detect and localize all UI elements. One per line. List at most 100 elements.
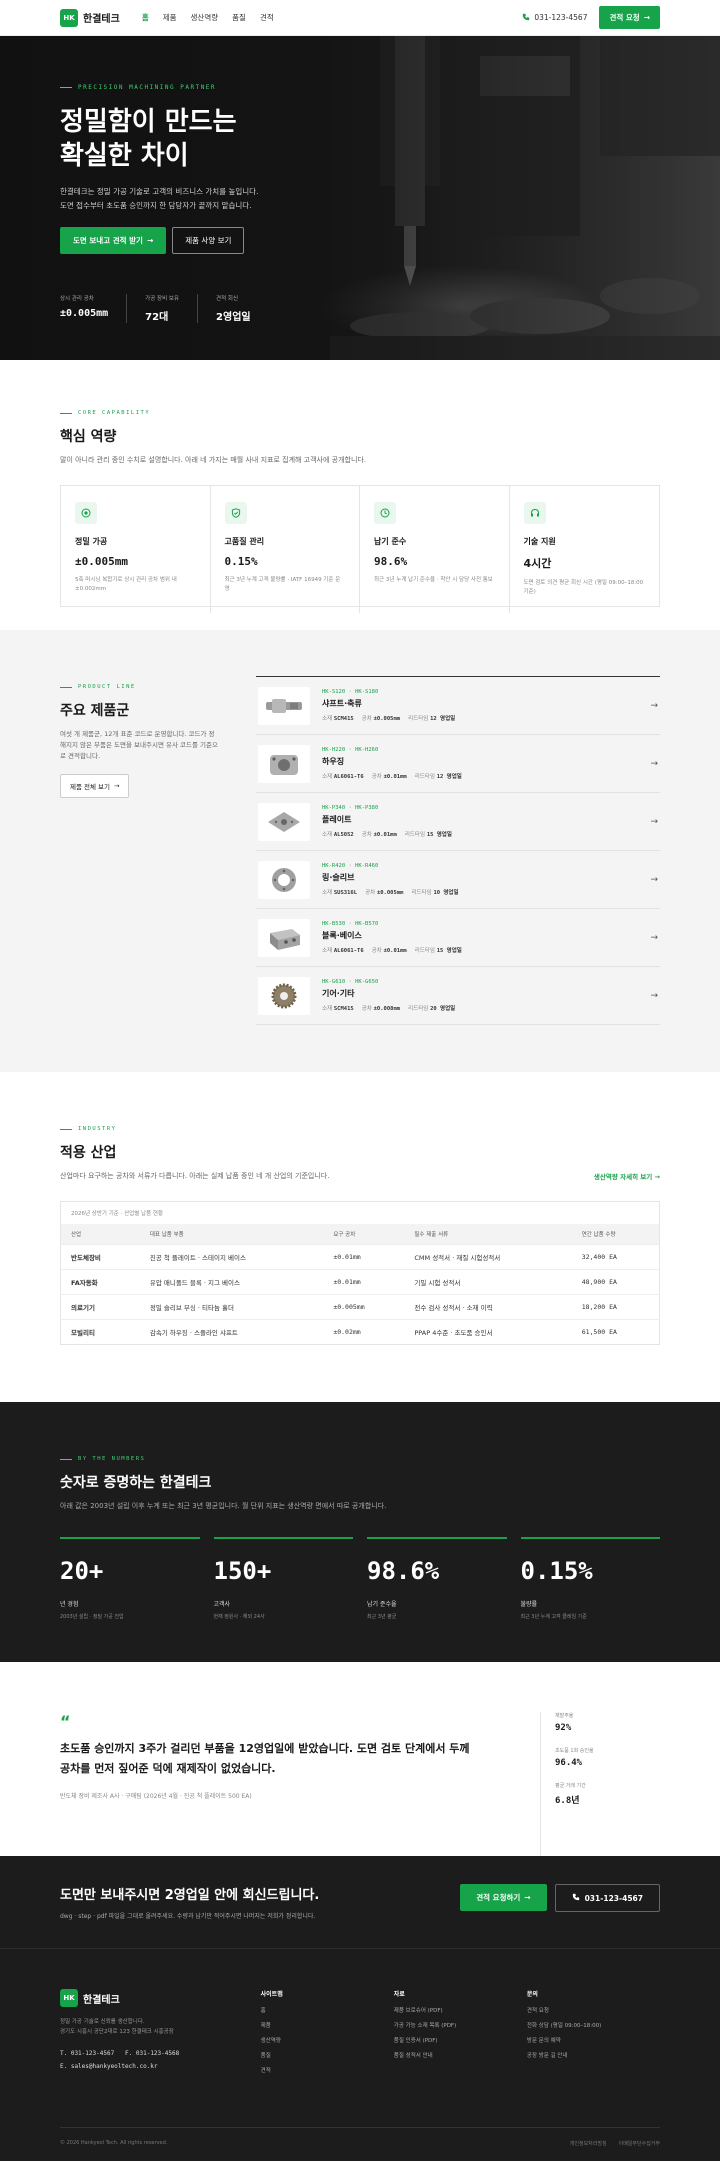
product-item[interactable]: HK-P340 · HK-P380 플레이트 소재 AL5052 공차 ±0.01mm… — [256, 793, 660, 851]
capability-card: 납기 준수 98.6% 최근 3년 누계 납기 준수율 · 착안 시 담당 사전… — [360, 486, 510, 613]
hero-title-line1: 정밀함이 만드는 — [60, 107, 237, 137]
arrow-right-icon: → — [650, 700, 658, 711]
footer-link[interactable]: 견적 — [261, 2066, 394, 2074]
product-info: HK-R420 · HK-R460 링·슬리브 소재 SUS316L 공차 ±0.00… — [322, 863, 644, 896]
footer-description: 정밀 가공 기술로 신뢰를 생산합니다. 경기도 시흥시 공단2대로 123 한… — [60, 2017, 261, 2037]
hero-title: 정밀함이 만드는 확실한 차이 — [60, 105, 400, 173]
product-item[interactable]: HK-R420 · HK-R460 링·슬리브 소재 SUS316L 공차 ±0.00… — [256, 851, 660, 909]
table-cell: 32,400 EA — [571, 1244, 659, 1270]
footer-tel[interactable]: T. 031-123-4567 — [60, 2050, 114, 2057]
product-tolerance: 공차 ±0.01mm — [371, 948, 407, 954]
arrow-right-icon: → — [650, 990, 658, 1001]
numbers-description: 아래 값은 2003년 설립 이후 누계 또는 최근 3년 평균입니다. 월 단… — [60, 1502, 387, 1510]
capability-name: 납기 준수 — [374, 537, 407, 546]
nav-quote[interactable]: 견적 — [260, 12, 274, 23]
footer-desc-line2: 경기도 시흥시 공단2대로 123 한결테크 시흥공장 — [60, 2029, 174, 2035]
table-cell: 의료기기 — [61, 1294, 140, 1320]
all-products-button[interactable]: 제품 전체 보기 → — [60, 774, 130, 798]
product-item[interactable]: HK-H220 · HK-H260 하우징 소재 AL6061-T6 공차 ±0.01… — [256, 735, 660, 793]
testimonial-stat-label: 초도품 1회 승인율 — [555, 1748, 594, 1754]
numbers-section: BY THE NUMBERS 숫자로 증명하는 한결테크 아래 값은 2003년… — [0, 1402, 720, 1662]
product-material: 소재 SCM415 — [322, 1006, 354, 1012]
brand[interactable]: HK 한결테크 — [60, 8, 120, 27]
footer-email[interactable]: E. sales@hankyeoltech.co.kr — [60, 2063, 158, 2070]
product-list: HK-S120 · HK-S180 샤프트·축류 소재 SCM415 공차 ±0.00… — [256, 676, 660, 1025]
product-code: HK-B530 · HK-B570 — [322, 921, 379, 927]
footer-link[interactable]: 생산역량 — [261, 2036, 394, 2044]
number-sub: 최근 3년 누계 고객 클레임 기준 — [520, 1614, 587, 1620]
table-cell: 모빌리티 — [61, 1319, 140, 1344]
footer-fax: F. 031-123-4568 — [125, 2050, 180, 2057]
product-material: 소재 SCM415 — [322, 716, 354, 722]
product-item[interactable]: HK-B530 · HK-B570 블록·베이스 소재 AL6061-T6 공차 ±0… — [256, 909, 660, 967]
product-meta: 소재 SUS316L 공차 ±0.005mm 리드타임 10 영업일 — [322, 888, 644, 896]
product-tolerance: 공차 ±0.005mm — [365, 890, 404, 896]
capability-description: 말이 아니라 관리 중인 수치로 설명합니다. 아래 네 가지는 매월 사내 지… — [60, 456, 367, 464]
product-code: HK-R420 · HK-R460 — [322, 863, 379, 869]
hero-content: PRECISION MACHINING PARTNER 정밀함이 만드는 확실한… — [60, 84, 400, 323]
email-policy-link[interactable]: 이메일무단수집거부 — [619, 2140, 660, 2147]
main-nav: 홈 제품 생산역량 품질 견적 — [142, 12, 274, 23]
footer-link[interactable]: 전화 상담 (평일 09:00–18:00) — [527, 2021, 660, 2029]
table-cell: ±0.01mm — [323, 1244, 405, 1270]
copyright: © 2026 Hankyeol Tech. All rights reserve… — [60, 2140, 168, 2146]
product-code: HK-P340 · HK-P380 — [322, 805, 379, 811]
site-footer: HK 한결테크 정밀 가공 기술로 신뢰를 생산합니다. 경기도 시흥시 공단2… — [0, 1948, 720, 2161]
product-name: 플레이트 — [322, 815, 352, 824]
footer-link[interactable]: 품질 성적서 안내 — [394, 2051, 527, 2059]
footer-link[interactable]: 홈 — [261, 2006, 394, 2014]
numbers-title: 숫자로 증명하는 한결테크 — [60, 1475, 212, 1491]
product-tolerance: 공차 ±0.005mm — [361, 716, 401, 722]
capability-detail-link[interactable]: 생산역량 자세히 보기 → — [594, 1171, 660, 1181]
table-cell: ±0.02mm — [323, 1319, 405, 1344]
header-phone[interactable]: 031-123-4567 — [522, 13, 587, 23]
logo-icon: HK — [60, 8, 78, 27]
hero-spec-button[interactable]: 제품 사양 보기 — [172, 227, 245, 254]
nav-home[interactable]: 홈 — [142, 12, 149, 23]
table-cell: 감속기 하우징 · 스플라인 샤프트 — [139, 1319, 324, 1344]
cta-quote-button[interactable]: 견적 요청하기 → — [460, 1884, 547, 1911]
footer-link[interactable]: 견적 요청 — [527, 2006, 660, 2014]
product-name: 하우징 — [322, 757, 345, 766]
footer-link[interactable]: 공장 방문 길 안내 — [527, 2051, 660, 2059]
product-item[interactable]: HK-S120 · HK-S180 샤프트·축류 소재 SCM415 공차 ±0.00… — [256, 677, 660, 735]
products-eyebrow: PRODUCT LINE — [60, 684, 220, 690]
number-stat: 0.15% 불량률 최근 3년 누계 고객 클레임 기준 — [520, 1537, 660, 1620]
product-image — [258, 686, 310, 725]
footer-link[interactable]: 품질 인증서 (PDF) — [394, 2036, 527, 2044]
cta-phone-button[interactable]: 031-123-4567 — [554, 1884, 660, 1912]
capability-section: CORE CAPABILITY 핵심 역량 말이 아니라 관리 중인 수치로 설… — [0, 360, 720, 630]
table-cell: FA자동화 — [61, 1269, 140, 1295]
products-section: PRODUCT LINE 주요 제품군 여섯 개 제품군, 12개 표준 코드로… — [0, 630, 720, 1072]
footer-link[interactable]: 제품 브로슈어 (PDF) — [394, 2006, 527, 2014]
cta-section: 도면만 보내주시면 2영업일 안에 회신드립니다. dwg · step · p… — [0, 1856, 720, 1948]
headset-icon — [523, 502, 546, 524]
footer-link[interactable]: 가공 가능 소재 목록 (PDF) — [394, 2021, 527, 2029]
header-quote-button[interactable]: 견적 요청 → — [599, 6, 660, 29]
product-meta: 소재 AL6061-T6 공차 ±0.01mm 리드타임 12 영업일 — [322, 772, 644, 780]
hero-quote-button[interactable]: 도면 보내고 견적 받기 → — [60, 227, 167, 254]
footer-link[interactable]: 제품 — [261, 2021, 394, 2029]
nav-capability[interactable]: 생산역량 — [191, 12, 219, 23]
table-cell: 61,500 EA — [571, 1319, 659, 1344]
footer-link[interactable]: 방문 문의 예약 — [527, 2036, 660, 2044]
cta-phone-label: 031-123-4567 — [584, 1893, 643, 1903]
hero-stat-value: 72대 — [145, 312, 169, 323]
product-item[interactable]: HK-G610 · HK-G650 기어·기타 소재 SCM415 공차 ±0.008… — [256, 967, 660, 1025]
product-material: 소재 SUS316L — [322, 890, 358, 896]
table-cell: 유압 매니폴드 블록 · 지그 베이스 — [139, 1269, 324, 1295]
footer-col-resources: 자료 제품 브로슈어 (PDF) 가공 가능 소재 목록 (PDF) 품질 인증… — [394, 1989, 527, 2081]
privacy-link[interactable]: 개인정보처리방침 — [570, 2140, 607, 2147]
testimonial-stat-label: 평균 거래 기간 — [555, 1783, 586, 1789]
number-stat: 150+ 고객사 현재 정원사 · 해외 24사 — [213, 1537, 353, 1620]
number-sub: 2003년 설립 · 정밀 가공 전업 — [60, 1614, 124, 1620]
nav-quality[interactable]: 품질 — [232, 12, 246, 23]
product-name: 샤프트·축류 — [322, 699, 362, 708]
products-title: 주요 제품군 — [60, 703, 130, 719]
product-info: HK-B530 · HK-B570 블록·베이스 소재 AL6061-T6 공차 ±0… — [322, 921, 644, 954]
nav-products[interactable]: 제품 — [163, 12, 177, 23]
footer-desc-line1: 정밀 가공 기술로 신뢰를 생산합니다. — [60, 2019, 145, 2025]
footer-logo[interactable]: HK 한결테크 — [60, 1989, 261, 2007]
capability-card: 정밀 가공 ±0.005mm 5축 머시닝 복합기로 상시 관리 공차 범위 내… — [61, 486, 211, 613]
footer-link[interactable]: 품질 — [261, 2051, 394, 2059]
